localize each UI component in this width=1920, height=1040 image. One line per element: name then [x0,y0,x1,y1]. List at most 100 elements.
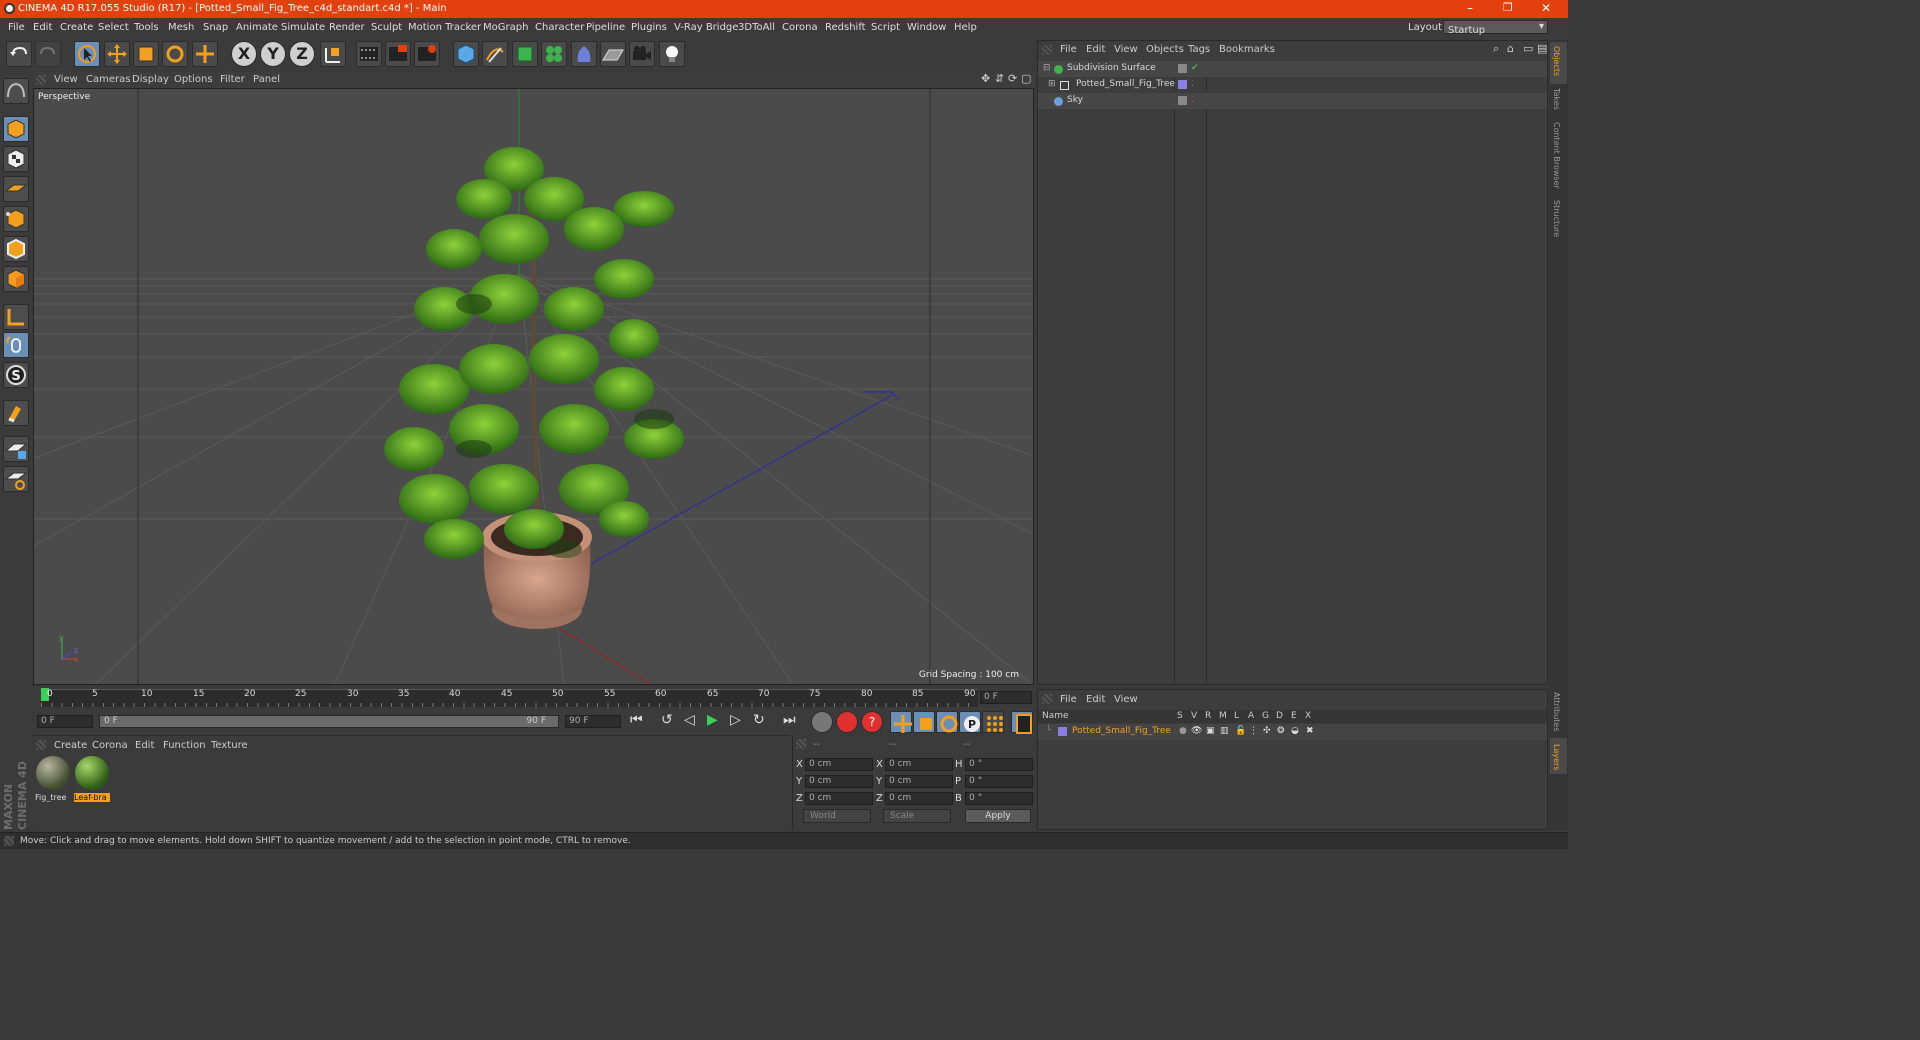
next-key-icon[interactable]: ↻ [753,712,765,728]
material-swatch-fig-tree[interactable]: Fig_tree [35,756,71,804]
layer-menu-view[interactable]: View [1114,694,1138,705]
tab-takes[interactable]: Takes [1552,88,1561,110]
mat-menu-edit[interactable]: Edit [135,740,154,751]
go-to-start-icon[interactable]: ⏮ [630,712,643,728]
pen-spline-button[interactable] [482,41,508,67]
home-icon[interactable]: ⌂ [1507,42,1514,55]
menu-tools[interactable]: Tools [134,22,159,33]
tab-content-browser[interactable]: Content Browser [1552,122,1561,189]
new-view-icon[interactable]: ▭ [1523,42,1533,55]
col-manager[interactable]: M [1219,711,1227,721]
pan-view-icon[interactable]: ✥ [981,72,990,85]
vp-menu-view[interactable]: View [54,74,78,85]
col-expressions[interactable]: E [1291,711,1297,721]
col-xref[interactable]: X [1305,711,1311,721]
material-swatch-leaf-bra[interactable]: Leaf-bra [74,756,110,804]
mat-menu-corona[interactable]: Corona [92,740,128,751]
col-locked[interactable]: L [1234,711,1239,721]
scale-tool-button[interactable] [133,41,159,67]
vp-menu-display[interactable]: Display [132,74,169,85]
menu-plugins[interactable]: Plugins [631,22,667,33]
coord-mode-select[interactable]: Scale [883,809,951,823]
tab-attributes[interactable]: Attributes [1552,692,1561,732]
menu-sculpt[interactable]: Sculpt [371,22,402,33]
record-keys-button[interactable] [811,711,833,733]
menu-snap[interactable]: Snap [203,22,228,33]
obj-menu-objects[interactable]: Objects [1146,44,1184,55]
vp-menu-panel[interactable]: Panel [253,74,280,85]
layer-color-swatch[interactable] [1058,727,1067,736]
key-rotation-button[interactable] [936,711,958,733]
coord-pos-x-field[interactable]: 0 cm [805,758,873,771]
menu-3dtoall[interactable]: 3DToAll [738,22,775,33]
key-parameter-button[interactable]: P [959,711,981,733]
mat-menu-function[interactable]: Function [163,740,206,751]
menu-mograph[interactable]: MoGraph [483,22,528,33]
solo-toggle-icon[interactable]: ● [1179,726,1187,736]
make-editable-button[interactable] [3,78,29,104]
coord-system-select[interactable]: World [803,809,871,823]
previous-frame-icon[interactable]: ◁ [684,712,695,728]
perspective-viewport[interactable]: y x z Perspective Grid Spacing : 100 cm [33,88,1034,685]
col-render[interactable]: R [1205,711,1211,721]
deformers-toggle-icon[interactable]: ❂ [1277,726,1285,736]
coord-size-x-field[interactable]: 0 cm [885,758,953,771]
lock-toggle-icon[interactable]: 🔓 [1235,726,1246,736]
light-button[interactable] [659,41,685,67]
coordinate-system-button[interactable] [320,41,346,67]
model-mode-button[interactable] [3,116,29,142]
maximize-view-icon[interactable]: ▢ [1021,72,1031,85]
snap-button[interactable]: S [3,362,29,388]
visibility-dots-icon[interactable]: ⁚ [1191,95,1194,104]
col-deformers[interactable]: D [1276,711,1283,721]
layer-menu-file[interactable]: File [1060,694,1077,705]
visibility-dots-icon[interactable]: ⁚ [1191,79,1194,88]
object-row-sky[interactable]: Sky ⁚ [1038,93,1547,109]
menu-vray-bridge[interactable]: V-Ray Bridge [674,22,738,33]
obj-menu-edit[interactable]: Edit [1086,44,1105,55]
expand-icon[interactable]: ⊞ [1048,79,1056,89]
mat-menu-texture[interactable]: Texture [211,740,248,751]
lock-view-icon[interactable]: ▤ [1537,42,1547,55]
key-position-button[interactable] [890,711,912,733]
search-icon[interactable]: ⌕ [1493,42,1499,56]
redo-button[interactable] [35,41,61,67]
layout-select[interactable]: Startup ▾ [1443,20,1548,36]
vp-menu-options[interactable]: Options [174,74,213,85]
coord-size-y-field[interactable]: 0 cm [885,775,953,788]
coord-rot-b-field[interactable]: 0 ° [965,792,1033,805]
coord-rot-p-field[interactable]: 0 ° [965,775,1033,788]
visibility-toggle[interactable] [1178,64,1187,73]
rotate-view-icon[interactable]: ⟳ [1008,72,1017,85]
menu-help[interactable]: Help [954,22,977,33]
xref-toggle-icon[interactable]: ✖ [1306,726,1314,736]
obj-menu-file[interactable]: File [1060,44,1077,55]
minimize-button[interactable]: – [1467,1,1473,15]
view-toggle-icon[interactable]: 👁 [1191,726,1202,736]
vp-menu-cameras[interactable]: Cameras [86,74,130,85]
manager-toggle-icon[interactable]: ▥ [1220,726,1229,736]
tab-structure[interactable]: Structure [1552,200,1561,237]
layer-row[interactable]: └ Potted_Small_Fig_Tree ● 👁 ▣ ▥ 🔓 ⋮ ✣ ❂ … [1038,724,1547,740]
previous-key-icon[interactable]: ↺ [661,712,673,728]
tweak-mode-button[interactable] [3,332,29,358]
col-solo[interactable]: S [1177,711,1183,721]
vp-menu-filter[interactable]: Filter [220,74,245,85]
autokey-button[interactable] [836,711,858,733]
z-axis-lock-button[interactable]: Z [289,41,315,67]
object-row-potted-small-fig-tree[interactable]: ⊞ Potted_Small_Fig_Tree ⁚ [1038,77,1547,93]
move-tool-button[interactable] [104,41,130,67]
floor-button[interactable] [600,41,626,67]
render-toggle-icon[interactable]: ▣ [1206,726,1215,736]
coord-pos-y-field[interactable]: 0 cm [805,775,873,788]
keyframe-selection-icon[interactable]: ? [861,711,883,733]
menu-render[interactable]: Render [329,22,365,33]
tab-objects[interactable]: Objects [1552,46,1561,76]
col-animation[interactable]: A [1248,711,1254,721]
render-to-picture-viewer-button[interactable] [385,41,411,67]
next-frame-icon[interactable]: ▷ [730,712,741,728]
x-axis-lock-button[interactable]: X [231,41,257,67]
collapse-icon[interactable]: ⊟ [1043,63,1051,73]
col-generators[interactable]: G [1262,711,1269,721]
go-to-end-icon[interactable]: ⏭ [783,712,796,728]
